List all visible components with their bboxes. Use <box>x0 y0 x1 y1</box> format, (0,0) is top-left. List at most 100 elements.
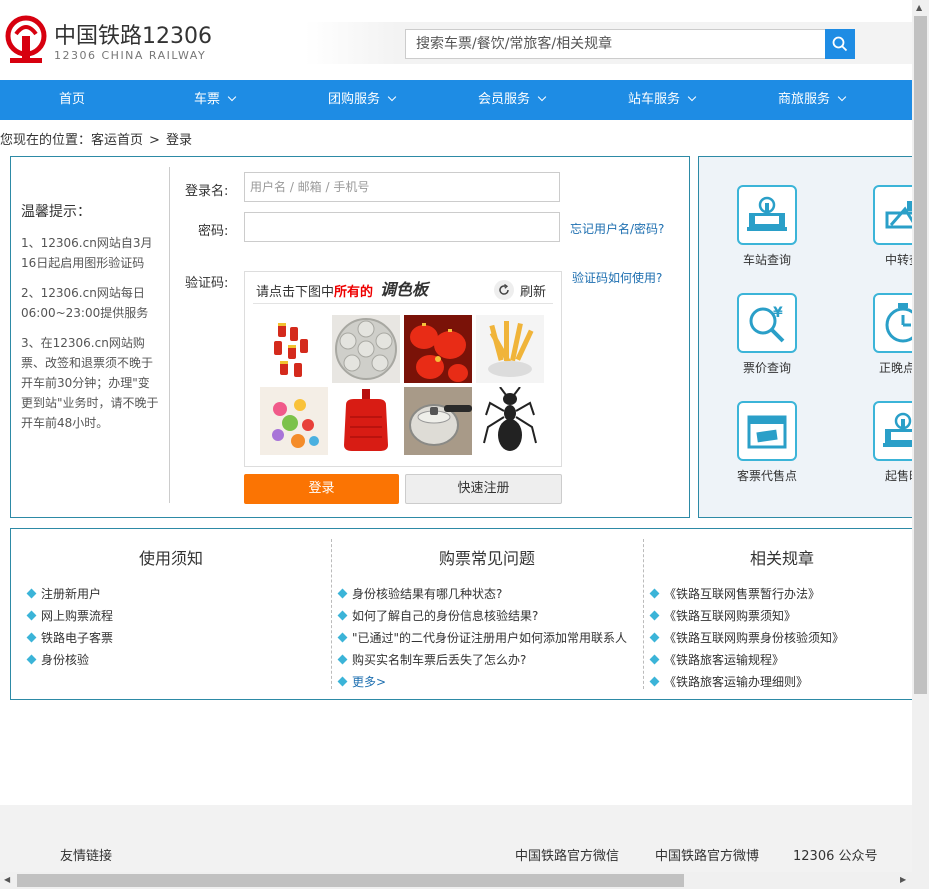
bullet-icon <box>26 632 37 643</box>
nav-home[interactable]: 首页 <box>59 80 85 120</box>
captcha-label: 验证码: <box>185 276 229 291</box>
search-input[interactable]: 搜索车票/餐饮/常旅客/相关规章 <box>405 29 826 59</box>
captcha-image-pressure-cooker[interactable] <box>404 387 472 455</box>
svg-text:¥: ¥ <box>773 305 783 321</box>
nav-tickets[interactable]: 车票 <box>194 80 237 120</box>
scroll-up-arrow-icon[interactable]: ▲ <box>916 3 922 12</box>
horizontal-scroll-thumb[interactable] <box>17 874 684 887</box>
password-input[interactable] <box>244 212 560 242</box>
nav-group-service[interactable]: 团购服务 <box>328 80 397 120</box>
notice-link-text: 《铁路互联网售票暂行办法》 <box>664 587 821 601</box>
bullet-icon <box>649 632 660 643</box>
captcha-image-firecrackers[interactable] <box>260 315 328 383</box>
service-ticket-agent[interactable]: 客票代售点 <box>727 401 807 484</box>
nav-label: 车票 <box>194 92 221 107</box>
scroll-left-arrow-icon[interactable]: ◀ <box>4 875 10 884</box>
login-panel: 温馨提示： 1、12306.cn网站自3月16日起启用图形验证码 2、12306… <box>10 156 690 518</box>
tip-item: 3、在12306.cn网站购票、改签和退票须不晚于开车前30分钟；办理"变更到站… <box>21 336 159 430</box>
page: 中国铁路12306 12306 CHINA RAILWAY 搜索车票/餐饮/常旅… <box>0 0 929 889</box>
vertical-scrollbar[interactable]: ▲ <box>912 0 929 872</box>
captcha-widget: 请点击下图中所有的 调色板 刷新 <box>244 271 562 467</box>
chevron-down-icon <box>387 92 397 102</box>
notice-link[interactable]: 《铁路互联网购票身份核验须知》 <box>649 627 844 649</box>
more-link-text: 更多> <box>352 675 387 689</box>
notice-link-text: 如何了解自己的身份信息核验结果? <box>352 609 539 623</box>
breadcrumb-prefix: 您现在的位置： <box>0 133 92 148</box>
captcha-image-fries[interactable] <box>476 315 544 383</box>
tips-panel: 温馨提示： 1、12306.cn网站自3月16日起启用图形验证码 2、12306… <box>21 201 161 443</box>
username-label: 登录名: <box>185 184 229 199</box>
notice-link[interactable]: 购买实名制车票后丢失了怎么办? <box>337 649 627 671</box>
notice-link[interactable]: 注册新用户 <box>26 583 113 605</box>
chevron-down-icon <box>687 92 697 102</box>
captcha-prompt: 请点击下图中所有的 <box>256 281 373 300</box>
nav-label: 商旅服务 <box>778 92 831 107</box>
horizontal-scrollbar[interactable]: ◀ ▶ <box>0 872 929 889</box>
notice-link[interactable]: "已通过"的二代身份证注册用户如何添加常用联系人 <box>337 627 628 649</box>
notice-link-text: 注册新用户 <box>41 587 102 601</box>
notice-col-faq: 购票常见问题 身份核验结果有哪几种状态? 如何了解自己的身份信息核验结果? "已… <box>331 529 643 699</box>
quick-register-button[interactable]: 快速注册 <box>405 474 562 504</box>
nav-member-service[interactable]: 会员服务 <box>478 80 547 120</box>
bullet-icon <box>649 654 660 665</box>
username-input[interactable]: 用户名 / 邮箱 / 手机号 <box>244 172 560 202</box>
notice-link[interactable]: 《铁路互联网购票须知》 <box>649 605 844 627</box>
notice-link[interactable]: 《铁路旅客运输办理细则》 <box>649 671 844 693</box>
service-fare-query[interactable]: ¥ 票价查询 <box>727 293 807 376</box>
footer-link-official-account[interactable]: 12306 公众号 <box>793 845 878 864</box>
notice-col-regulations: 相关规章 《铁路互联网售票暂行办法》 《铁路互联网购票须知》 《铁路互联网购票身… <box>643 529 921 699</box>
breadcrumb-current: 登录 <box>165 133 192 148</box>
nav-label: 首页 <box>59 92 86 107</box>
login-button[interactable]: 登录 <box>244 474 399 504</box>
notice-link-text: "已通过"的二代身份证注册用户如何添加常用联系人 <box>352 631 628 645</box>
notice-col-guide: 使用须知 注册新用户 网上购票流程 铁路电子客票 身份核验 <box>11 529 331 699</box>
bullet-icon <box>649 588 660 599</box>
notice-link[interactable]: 网上购票流程 <box>26 605 114 627</box>
notice-list: 《铁路互联网售票暂行办法》 《铁路互联网购票须知》 《铁路互联网购票身份核验须知… <box>649 583 844 693</box>
login-divider <box>169 167 170 503</box>
railway-logo-icon[interactable] <box>4 14 48 64</box>
notice-link-text: 《铁路旅客运输办理细则》 <box>664 675 809 689</box>
bullet-icon <box>337 654 348 665</box>
notice-link-text: 身份核验结果有哪几种状态? <box>352 587 503 601</box>
captcha-image-candies[interactable] <box>260 387 328 455</box>
breadcrumb-home-link[interactable]: 客运首页 <box>91 133 143 148</box>
vertical-scroll-thumb[interactable] <box>914 16 927 694</box>
captcha-help-link[interactable]: 验证码如何使用? <box>572 269 662 286</box>
breadcrumb: 您现在的位置：客运首页 > 登录 <box>0 129 198 148</box>
captcha-image-palette-plate[interactable] <box>332 315 400 383</box>
bullet-icon <box>26 654 37 665</box>
more-link[interactable]: 更多> <box>337 671 627 693</box>
notice-link[interactable]: 身份核验结果有哪几种状态? <box>337 583 627 605</box>
bullet-icon <box>26 588 37 599</box>
notice-link[interactable]: 如何了解自己的身份信息核验结果? <box>337 605 627 627</box>
captcha-image-lanterns[interactable] <box>404 315 472 383</box>
header: 中国铁路12306 12306 CHINA RAILWAY 搜索车票/餐饮/常旅… <box>0 0 912 80</box>
notice-link-text: 网上购票流程 <box>41 609 114 623</box>
notice-list: 注册新用户 网上购票流程 铁路电子客票 身份核验 <box>26 583 114 671</box>
notice-link[interactable]: 《铁路旅客运输规程》 <box>649 649 844 671</box>
captcha-refresh-button[interactable]: 刷新 <box>494 280 546 300</box>
search-button[interactable] <box>825 29 855 59</box>
captcha-divider <box>253 303 553 304</box>
notice-link[interactable]: 《铁路互联网售票暂行办法》 <box>649 583 844 605</box>
captcha-header: 请点击下图中所有的 调色板 刷新 <box>245 272 561 304</box>
nav-station-service[interactable]: 站车服务 <box>628 80 697 120</box>
notice-link[interactable]: 身份核验 <box>26 649 113 671</box>
captcha-image-hot-water-bottle[interactable] <box>332 387 400 455</box>
logo-title[interactable]: 中国铁路12306 <box>54 18 212 50</box>
footer-link-weibo[interactable]: 中国铁路官方微博 <box>655 845 759 864</box>
captcha-image-ant[interactable] <box>476 387 544 455</box>
footer-link-wechat[interactable]: 中国铁路官方微信 <box>515 845 619 864</box>
nav-label: 站车服务 <box>628 92 681 107</box>
service-panel: 车站查询 中转查 ¥ 票价查询 正晚点查 客票代售点 起售时 <box>698 156 929 518</box>
notice-link[interactable]: 铁路电子客票 <box>26 627 113 649</box>
forgot-password-link[interactable]: 忘记用户名/密码? <box>570 220 664 237</box>
password-label: 密码: <box>198 224 229 239</box>
scroll-right-arrow-icon[interactable]: ▶ <box>900 875 906 884</box>
nav-business-service[interactable]: 商旅服务 <box>778 80 847 120</box>
ticket-agent-icon <box>737 401 797 461</box>
nav-label: 会员服务 <box>478 92 531 107</box>
service-station-query[interactable]: 车站查询 <box>727 185 807 268</box>
chevron-down-icon <box>227 92 237 102</box>
